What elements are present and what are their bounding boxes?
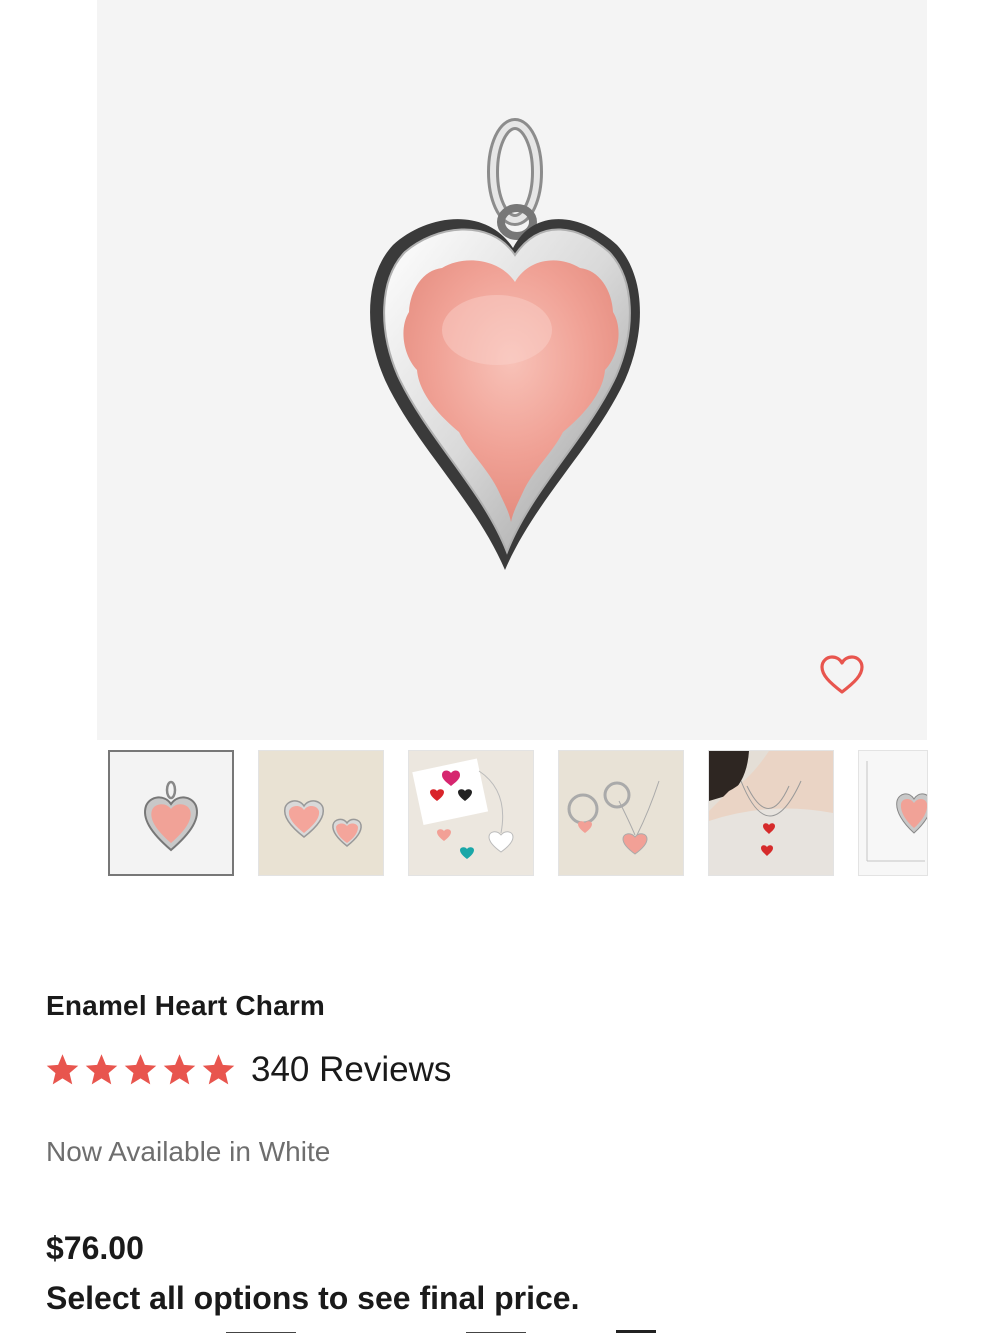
- thumbnail-1[interactable]: [108, 750, 234, 876]
- wishlist-button[interactable]: [817, 652, 867, 698]
- availability-note: Now Available in White: [46, 1136, 331, 1167]
- cutoff-text-line: [46, 1324, 666, 1333]
- thumbnail-6[interactable]: [858, 750, 928, 876]
- star-icon: [163, 1054, 196, 1085]
- enamel-heart-charm-image: [370, 118, 640, 571]
- star-rating: [44, 1052, 237, 1088]
- thumbnail-strip: [108, 750, 928, 880]
- thumbnail-5[interactable]: [708, 750, 834, 876]
- size-chart-thumb: [859, 751, 927, 875]
- pink-heart-charm-thumb: [110, 752, 232, 874]
- star-icon: [85, 1054, 118, 1085]
- chain-and-charm-thumb: [559, 751, 683, 875]
- thumbnail-3[interactable]: [408, 750, 534, 876]
- thumbnail-4[interactable]: [558, 750, 684, 876]
- two-pink-hearts-thumb: [259, 751, 383, 875]
- star-icon: [124, 1054, 157, 1085]
- reviews-link[interactable]: 340 Reviews: [251, 1050, 451, 1090]
- product-price: $76.00: [46, 1230, 144, 1266]
- thumbnail-2[interactable]: [258, 750, 384, 876]
- product-title: Enamel Heart Charm: [46, 990, 326, 1021]
- colorful-hearts-flatlay-thumb: [409, 751, 533, 875]
- heart-outline-icon: [820, 655, 864, 694]
- price-note: Select all options to see final price.: [46, 1280, 580, 1316]
- star-icon: [202, 1054, 235, 1085]
- rating-summary[interactable]: 340 Reviews: [44, 1050, 451, 1090]
- star-icon: [46, 1054, 79, 1085]
- product-image[interactable]: [97, 0, 927, 740]
- model-wearing-necklace-thumb: [709, 751, 833, 875]
